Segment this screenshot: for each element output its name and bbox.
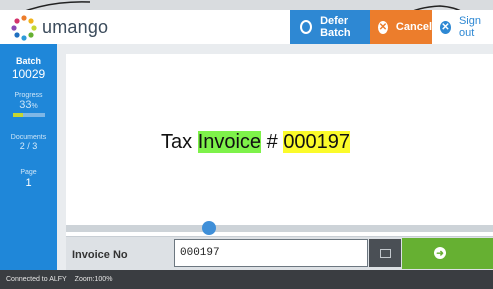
page-label: Page [20,169,37,176]
connection-status: Connected to ALFY [6,276,67,283]
cancel-label: Cancel [395,21,432,33]
progress-info: Progress 33% [0,92,57,117]
field-options-button[interactable] [369,239,401,267]
page-info: Page 1 [0,169,57,189]
documents-info: Documents 2 / 3 [0,134,57,151]
app-window: umango Defer Batch ✕ Cancel ✕ Sign out B… [0,0,493,289]
undo-icon [300,20,313,34]
zoom-level: Zoom:100% [74,276,113,283]
field-label: Invoice No [72,249,128,261]
zoom-slider-track[interactable] [66,225,493,232]
document-text: Tax Invoice # 000197 [161,131,351,154]
umango-logo-icon [11,15,37,41]
progress-bar-fill [12,113,24,117]
brand-name: umango [42,17,109,37]
documents-separator: / [27,141,30,151]
documents-current: 2 [19,141,25,151]
close-icon: ✕ [378,20,388,34]
sign-out-label: Sign out [458,15,481,39]
close-icon: ✕ [440,20,451,34]
invoice-word-highlight: Invoice [197,131,262,153]
batch-label: Batch [15,56,41,66]
progress-value: 33% [0,99,57,111]
document-viewer: Tax Invoice # 000197 Invoice No ➜ [57,44,493,271]
progress-label: Progress [14,92,43,99]
square-icon [380,249,391,258]
progress-unit: % [31,103,38,110]
defer-batch-button[interactable]: Defer Batch [290,10,370,44]
batch-info: Batch 10029 [0,56,57,81]
next-field-button[interactable]: ➜ [402,238,493,269]
documents-label: Documents [10,134,47,141]
sign-out-button[interactable]: ✕ Sign out [432,10,493,44]
status-bar: Connected to ALFY Zoom:100% [0,270,493,289]
cancel-button[interactable]: ✕ Cancel [370,10,432,44]
batch-number: 10029 [11,67,46,81]
page-number: 1 [25,177,32,189]
defer-batch-label: Defer Batch [320,15,351,39]
batch-sidebar: Batch 10029 Progress 33% Documents 2 / 3… [0,44,57,270]
doc-text-prefix: Tax [161,131,198,153]
progress-bar [12,113,45,117]
top-bar: umango Defer Batch ✕ Cancel ✕ Sign out [0,10,493,45]
documents-total: 3 [32,141,38,151]
documents-count: 2 / 3 [0,141,57,151]
zoom-slider-handle[interactable] [202,221,216,235]
progress-number: 33 [19,99,32,111]
field-row-invoice-no: Invoice No ➜ [66,236,493,271]
invoice-no-input[interactable] [174,239,368,267]
arrow-right-icon: ➜ [434,247,446,259]
doc-text-hash: # [261,131,284,153]
invoice-number-highlight: 000197 [283,131,351,153]
